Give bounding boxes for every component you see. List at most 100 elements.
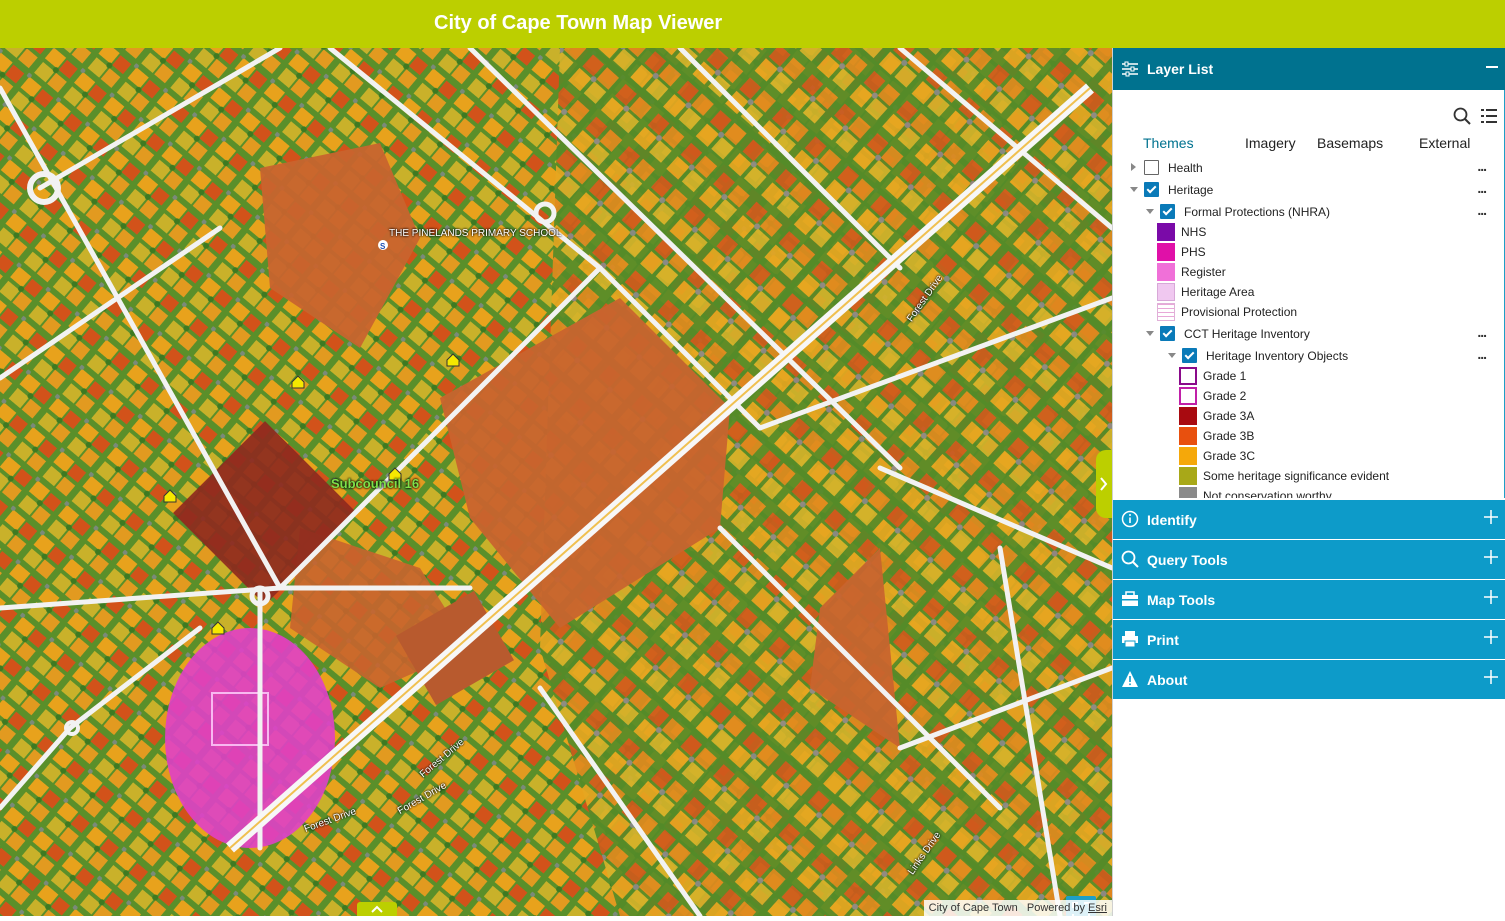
list-options-icon[interactable]	[1481, 108, 1497, 124]
layer-checkbox-heritage[interactable]	[1144, 182, 1159, 197]
legend-item-grade1: Grade 1	[1113, 366, 1504, 386]
search-icon[interactable]	[1453, 107, 1471, 125]
legend-label: Grade 2	[1203, 389, 1247, 403]
legend-item-grade3b: Grade 3B	[1113, 426, 1504, 446]
legend-item-grade2: Grade 2	[1113, 386, 1504, 406]
layer-list-body[interactable]: Themes Imagery Basemaps External Health …	[1113, 90, 1505, 498]
printer-icon	[1122, 631, 1138, 648]
tab-basemaps[interactable]: Basemaps	[1317, 135, 1383, 151]
collapse-tree-icon[interactable]	[1146, 331, 1154, 336]
chevron-up-icon	[371, 905, 383, 913]
legend-item-heritage-area: Heritage Area	[1113, 282, 1504, 302]
collapse-tree-icon[interactable]	[1168, 353, 1176, 358]
legend-item-nhs: NHS	[1113, 222, 1504, 242]
legend-swatch	[1179, 367, 1197, 385]
layer-label-inventory-objects: Heritage Inventory Objects	[1206, 349, 1349, 363]
accordion-label: Identify	[1147, 512, 1197, 528]
map-canvas[interactable]: S	[0, 48, 1112, 916]
school-label: THE PINELANDS PRIMARY SCHOOL	[389, 228, 562, 239]
chevron-right-icon	[1100, 477, 1108, 491]
accordion-label: About	[1147, 672, 1188, 688]
legend-swatch	[1157, 243, 1175, 261]
expand-icon[interactable]	[1131, 163, 1136, 171]
legend-label: NHS	[1181, 225, 1207, 239]
legend-label: Grade 3B	[1203, 429, 1255, 443]
legend-label: Register	[1181, 265, 1226, 279]
map-view[interactable]: S THE PINELANDS PRIMARY SCHOOL Subcounci…	[0, 48, 1112, 916]
collapse-tree-icon[interactable]	[1130, 187, 1138, 192]
layer-checkbox-cct-inventory[interactable]	[1160, 326, 1175, 341]
accordion-identify[interactable]: Identify	[1113, 499, 1505, 539]
legend-swatch	[1157, 223, 1175, 241]
attribution-powered: Powered by	[1026, 902, 1085, 914]
subcouncil-label: Subcouncil 16	[331, 476, 420, 491]
legend-swatch	[1157, 283, 1175, 301]
plus-icon[interactable]	[1484, 590, 1498, 604]
esri-link[interactable]: Esri	[1088, 902, 1107, 914]
legend-swatch	[1157, 303, 1175, 321]
side-panel-toggle[interactable]	[1096, 450, 1112, 518]
legend-label: Grade 1	[1203, 369, 1247, 383]
attribution-owner: City of Cape Town	[928, 902, 1018, 914]
layer-label-heritage: Heritage	[1168, 183, 1214, 197]
layer-item-heritage: Heritage ...	[1113, 180, 1504, 200]
accordion-label: Query Tools	[1147, 552, 1228, 568]
layer-options-icon[interactable]: ...	[1477, 346, 1487, 362]
layer-options-icon[interactable]: ...	[1477, 324, 1487, 340]
legend-swatch	[1179, 387, 1197, 405]
legend-item-not-worthy: Not conservation worthy	[1113, 486, 1504, 498]
legend-label: Grade 3A	[1203, 409, 1255, 423]
legend-item-register: Register	[1113, 262, 1504, 282]
accordion-about[interactable]: About	[1113, 659, 1505, 699]
layer-item-inventory-objects: Heritage Inventory Objects ...	[1113, 346, 1504, 366]
layers-sliders-icon	[1122, 61, 1138, 77]
layer-checkbox-health[interactable]	[1144, 160, 1159, 175]
bottom-panel-toggle[interactable]	[357, 902, 397, 916]
collapse-icon[interactable]	[1486, 66, 1498, 68]
tab-external[interactable]: External	[1419, 135, 1470, 151]
legend-swatch	[1179, 487, 1197, 498]
legend-label: Heritage Area	[1181, 285, 1255, 299]
side-panel: Layer List Themes Imagery Basemaps Exter…	[1112, 48, 1505, 916]
legend-item-grade3c: Grade 3C	[1113, 446, 1504, 466]
legend-item-phs: PHS	[1113, 242, 1504, 262]
layer-label-cct-inventory: CCT Heritage Inventory	[1184, 327, 1310, 341]
layer-options-icon[interactable]: ...	[1477, 202, 1487, 218]
school-marker-letter: S	[380, 242, 386, 251]
accordion-query-tools[interactable]: Query Tools	[1113, 539, 1505, 579]
legend-swatch	[1157, 263, 1175, 281]
accordion-label: Map Tools	[1147, 592, 1216, 608]
legend-label: Grade 3C	[1203, 449, 1256, 463]
map-attribution: City of Cape Town Powered by Esri	[923, 900, 1112, 916]
layer-options-icon[interactable]: ...	[1477, 180, 1487, 196]
tab-imagery[interactable]: Imagery	[1245, 135, 1296, 151]
legend-item-some-significance: Some heritage significance evident	[1113, 466, 1504, 486]
layer-list-header[interactable]: Layer List	[1113, 48, 1505, 90]
layer-list-title: Layer List	[1147, 61, 1214, 77]
warning-icon	[1122, 671, 1138, 687]
legend-swatch	[1179, 467, 1197, 485]
legend-label: Some heritage significance evident	[1203, 469, 1390, 483]
legend-swatch	[1179, 447, 1197, 465]
layer-checkbox-formal-protections[interactable]	[1160, 204, 1175, 219]
tab-themes[interactable]: Themes	[1143, 135, 1194, 151]
legend-swatch	[1179, 407, 1197, 425]
layer-label-health: Health	[1168, 161, 1203, 175]
layer-item-formal-protections: Formal Protections (NHRA) ...	[1113, 202, 1504, 222]
plus-icon[interactable]	[1484, 630, 1498, 644]
layer-checkbox-inventory-objects[interactable]	[1182, 348, 1197, 363]
toolbox-icon	[1122, 591, 1138, 606]
layer-item-health: Health ...	[1113, 158, 1504, 178]
layer-options-icon[interactable]: ...	[1477, 158, 1487, 174]
accordion-map-tools[interactable]: Map Tools	[1113, 579, 1505, 619]
search-icon	[1121, 550, 1139, 568]
collapse-tree-icon[interactable]	[1146, 209, 1154, 214]
accordion-print[interactable]: Print	[1113, 619, 1505, 659]
accordion-label: Print	[1147, 632, 1179, 648]
legend-label: Provisional Protection	[1181, 305, 1298, 319]
legend-label: PHS	[1181, 245, 1206, 259]
info-icon	[1121, 510, 1139, 528]
plus-icon[interactable]	[1484, 670, 1498, 684]
plus-icon[interactable]	[1484, 550, 1498, 564]
plus-icon[interactable]	[1484, 510, 1498, 524]
